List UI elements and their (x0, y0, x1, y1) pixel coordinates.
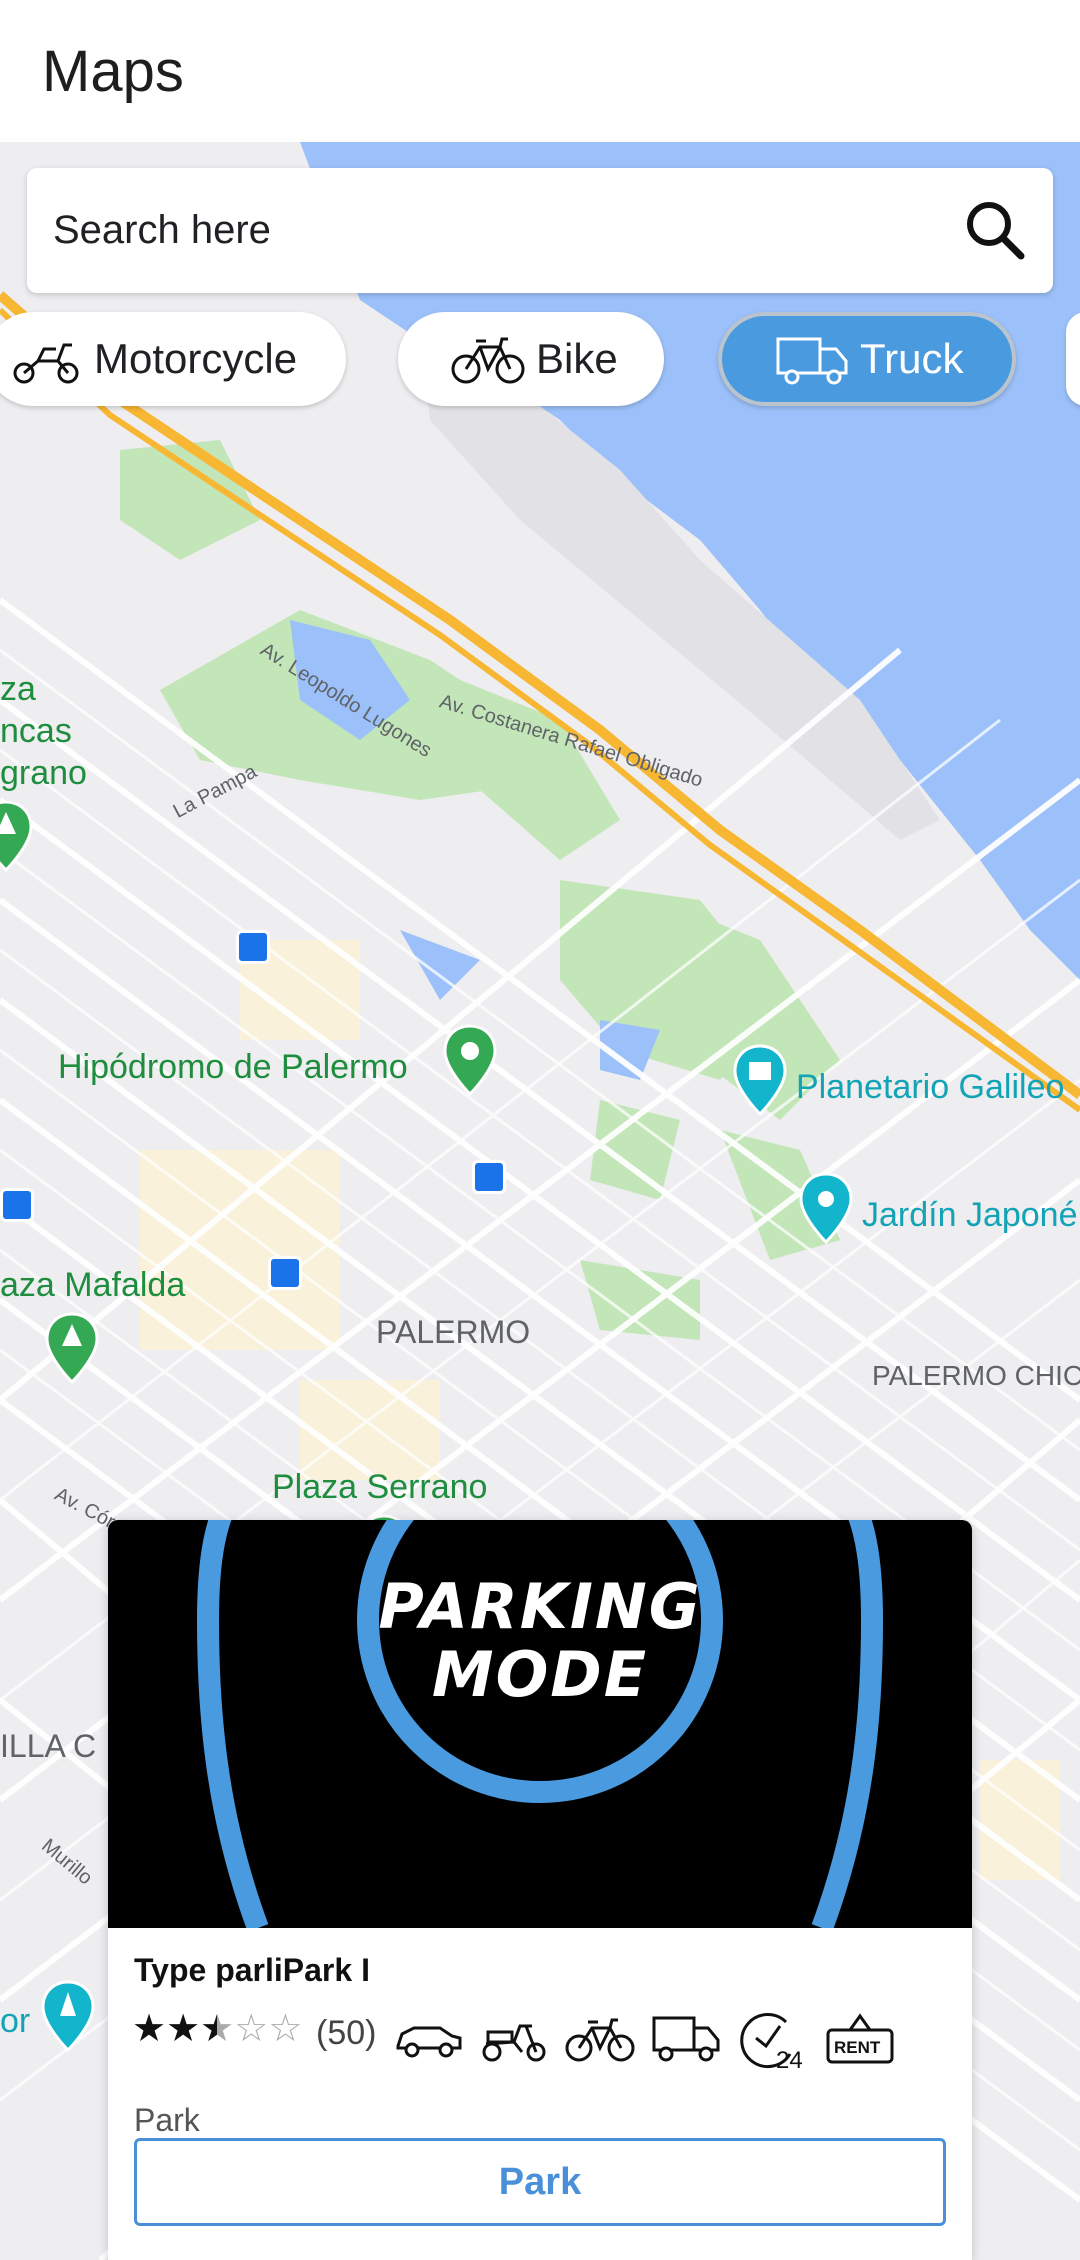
area-label: ILLA C (0, 1728, 97, 1764)
tree-pin-icon[interactable] (44, 1312, 100, 1384)
svg-text:24: 24 (776, 2047, 803, 2070)
star-filled-icon: ★ (166, 2008, 201, 2050)
chip-truck[interactable]: Truck (718, 312, 1016, 406)
chip-motorcycle[interactable]: Motorcycle (0, 312, 346, 406)
svg-text:RENT: RENT (834, 2038, 881, 2057)
transit-stop-icon[interactable] (0, 1188, 34, 1222)
truck-icon (776, 337, 848, 385)
star-empty-icon: ☆ (268, 2008, 303, 2050)
attraction-pin-icon[interactable] (40, 1980, 96, 2052)
place-label[interactable]: za (0, 670, 36, 709)
app-bar: Maps (0, 0, 1080, 142)
area-label: PALERMO CHIC (872, 1360, 1080, 1391)
star-filled-icon: ★ (132, 2008, 167, 2050)
search-bar[interactable]: Search here (27, 168, 1053, 293)
car-icon (396, 2026, 462, 2058)
scooter-icon (482, 2024, 546, 2062)
transit-stop-icon[interactable] (472, 1160, 506, 1194)
park-button[interactable]: Park (134, 2138, 946, 2226)
park-pin-icon[interactable] (442, 1024, 498, 1096)
banner-text-line2: MODE (431, 1638, 649, 1711)
rating-stars: ★ ★ ★ ☆ ☆ (132, 2010, 302, 2048)
place-label[interactable]: Plaza Serrano (272, 1468, 487, 1507)
camera-pin-icon[interactable] (798, 1172, 854, 1244)
transit-stop-icon[interactable] (268, 1256, 302, 1290)
rent-sign-icon: RENT (826, 2013, 894, 2064)
place-label[interactable]: aza Mafalda (0, 1266, 185, 1305)
review-count: (50) (316, 2014, 377, 2052)
truck-icon (652, 2016, 720, 2062)
place-label[interactable]: Hipódromo de Palermo (58, 1048, 408, 1087)
star-empty-icon: ☆ (234, 2008, 269, 2050)
place-label[interactable]: grano (0, 754, 87, 793)
bike-icon (565, 2018, 635, 2062)
place-label[interactable]: or (0, 2002, 30, 2041)
search-input[interactable]: Search here (53, 208, 271, 253)
place-label[interactable]: Planetario Galileo (796, 1068, 1064, 1107)
area-label: PALERMO (376, 1314, 531, 1350)
parking-title: Type parliPark I (134, 1952, 370, 1988)
place-label[interactable]: Jardín Japoné (862, 1196, 1078, 1235)
parking-type: Park (134, 2102, 200, 2138)
star-half-icon: ★ (200, 2008, 235, 2050)
chip-bike[interactable]: Bike (398, 312, 664, 406)
transit-stop-icon[interactable] (236, 930, 270, 964)
bike-icon (451, 337, 525, 384)
tree-pin-icon[interactable] (0, 800, 34, 872)
search-icon[interactable] (961, 196, 1029, 264)
chip-label: Truck (860, 335, 964, 382)
parking-card[interactable]: PARKING MODE Type parliPark I ★ ★ ★ ☆ ☆ … (108, 1520, 972, 2260)
place-label[interactable]: ncas (0, 712, 72, 751)
chip-label: Bike (536, 335, 618, 382)
banner-text-line1: PARKING (378, 1570, 702, 1643)
motorcycle-icon (13, 343, 79, 384)
chip-next[interactable] (1066, 312, 1080, 406)
museum-pin-icon[interactable] (732, 1044, 788, 1116)
chip-label: Motorcycle (94, 335, 298, 382)
app-title: Maps (42, 39, 184, 104)
parking-mode-banner: PARKING MODE (108, 1520, 972, 1928)
24-hours-icon: 24 (740, 2013, 803, 2070)
